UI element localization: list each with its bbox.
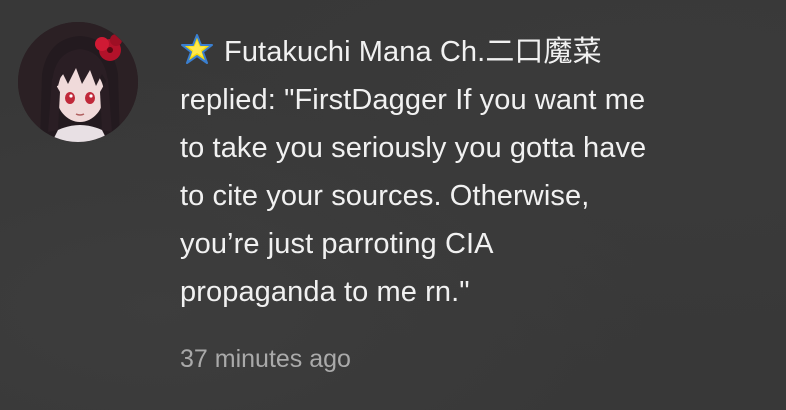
sparkle-star-icon [181,34,213,64]
channel-name[interactable]: Futakuchi Mana Ch.二口魔菜 [224,36,602,68]
message-line: to cite your sources. Otherwise, [180,180,590,212]
channel-avatar[interactable] [18,22,138,142]
message-line: to take you seriously you gotta have [180,132,647,164]
notification-timestamp: 37 minutes ago [180,345,351,373]
notification-content: Futakuchi Mana Ch.二口魔菜 replied: "FirstDa… [180,28,770,374]
message-line: propaganda to me rn." [180,276,470,308]
message-line: you’re just parroting CIA [180,228,494,260]
reply-notification[interactable]: Futakuchi Mana Ch.二口魔菜 replied: "FirstDa… [0,0,786,410]
notification-message: Futakuchi Mana Ch.二口魔菜 replied: "FirstDa… [180,28,770,316]
message-line: replied: "FirstDagger If you want me [180,84,646,116]
message-line: Futakuchi Mana Ch.二口魔菜 [180,28,770,76]
channel-avatar-image [18,22,138,142]
